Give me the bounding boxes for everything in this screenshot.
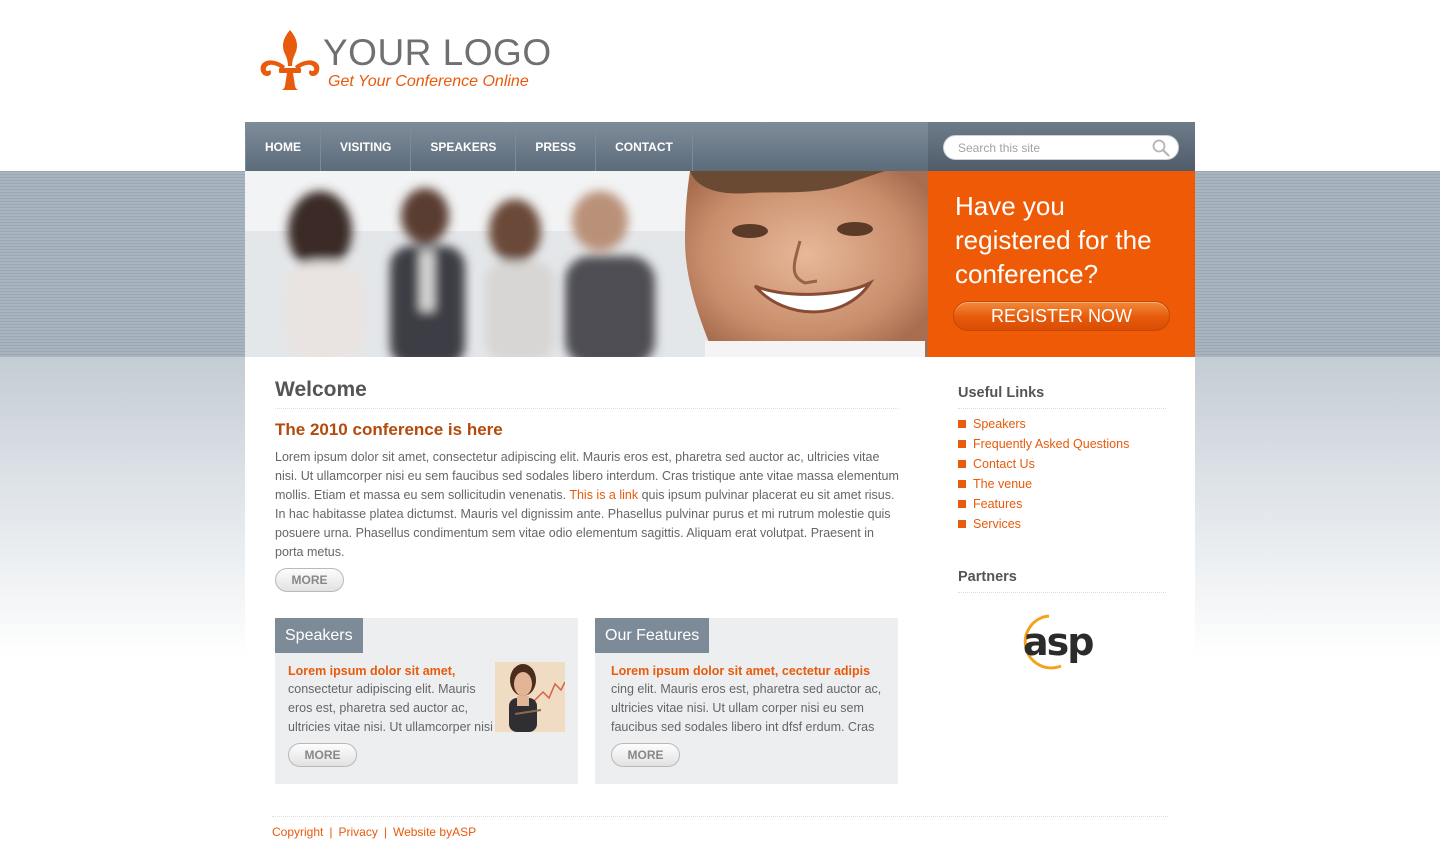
footer-separator: | [329,825,333,839]
partners-title: Partners [958,569,1166,593]
footer-link-copyright[interactable]: Copyright [272,825,323,839]
sidebar-link-venue[interactable]: The venue [958,474,1129,494]
section-heading: The 2010 conference is here [275,420,503,439]
link-label: Features [973,497,1023,511]
sidebar-link-contact[interactable]: Contact Us [958,454,1129,474]
card-line: faucibus sed sodales libero int dfsf erd… [611,720,875,734]
search-area [928,122,1195,171]
card-line: cing elit. Mauris eros est, pharetra sed… [611,682,882,696]
card-line: consectetur adipiscing elit. Mauris [288,682,476,696]
asp-partner-logo[interactable]: asp [1015,610,1107,674]
bullet-icon [958,460,966,468]
card-heading[interactable]: Lorem ipsum dolor sit amet, cectetur adi… [611,664,870,678]
page-container: YOUR LOGO Get Your Conference Online HOM… [245,0,1195,863]
link-label: Speakers [973,417,1026,431]
bullet-icon [958,480,966,488]
card-tab-speakers[interactable]: Speakers [275,618,363,653]
footer-divider [272,816,1168,817]
register-heading: Have you registered for the conference? [955,191,1152,289]
partner-logo-text: asp [1023,620,1093,664]
footer-links: Copyright | Privacy | Website byASP [272,825,476,839]
sidebar-link-speakers[interactable]: Speakers [958,414,1129,434]
search-icon[interactable] [1152,139,1170,157]
link-label: Services [973,517,1021,531]
intro-paragraph: Lorem ipsum dolor sit amet, consectetur … [275,448,900,562]
search-input[interactable] [958,140,1143,156]
nav-item-home[interactable]: HOME [245,122,321,171]
card-tab-features[interactable]: Our Features [595,618,710,653]
search-box [943,135,1179,160]
page-title: Welcome [275,378,898,409]
card-heading[interactable]: Lorem ipsum dolor sit amet, [288,664,455,678]
footer-separator: | [383,825,387,839]
bullet-icon [958,500,966,508]
speaker-thumbnail [495,662,565,732]
link-label: The venue [973,477,1033,491]
footer-link-website-by[interactable]: Website byASP [393,825,476,839]
intro-more-button[interactable]: MORE [275,568,344,592]
logo-text: YOUR LOGO [323,32,552,73]
site-logo[interactable]: YOUR LOGO Get Your Conference Online [259,30,559,96]
nav-item-speakers[interactable]: SPEAKERS [411,122,517,171]
card-more-button[interactable]: MORE [611,743,680,767]
card-body: cing elit. Mauris eros est, pharetra sed… [611,680,881,737]
register-now-button[interactable]: REGISTER NOW [953,301,1170,331]
card-line: ultricies vitae nisi. Ut ullamcorper nis… [288,720,493,734]
useful-links-title: Useful Links [958,385,1166,409]
sidebar-link-services[interactable]: Services [958,514,1129,534]
nav-item-press[interactable]: PRESS [516,122,597,171]
nav-item-contact[interactable]: CONTACT [596,122,693,171]
features-card: Our Features Lorem ipsum dolor sit amet,… [595,618,898,784]
logo-tagline: Get Your Conference Online [328,73,529,90]
fleur-de-lis-icon [260,30,320,90]
hero-photo [245,171,928,357]
card-line: eros est, pharetra sed auctor ac, [288,701,468,715]
bullet-icon [958,420,966,428]
main-nav: HOME VISITING SPEAKERS PRESS CONTACT [245,122,928,171]
speakers-card: Speakers Lorem ipsum dolor sit amet, con… [275,618,578,784]
hero-image [245,171,928,357]
sidebar-link-faq[interactable]: Frequently Asked Questions [958,434,1129,454]
bullet-icon [958,440,966,448]
useful-links-list: Speakers Frequently Asked Questions Cont… [958,414,1129,534]
register-panel: Have you registered for the conference? … [928,171,1195,357]
footer-link-privacy[interactable]: Privacy [338,825,377,839]
link-label: Contact Us [973,457,1035,471]
nav-item-visiting[interactable]: VISITING [321,122,412,171]
sidebar-link-features[interactable]: Features [958,494,1129,514]
bullet-icon [958,520,966,528]
card-body: consectetur adipiscing elit. Mauris eros… [288,680,493,737]
card-line: ultricies vitae nisi. Ut ullam corper ni… [611,701,864,715]
link-label: Frequently Asked Questions [973,437,1130,451]
card-more-button[interactable]: MORE [288,743,357,767]
intro-link[interactable]: This is a link [569,488,638,502]
